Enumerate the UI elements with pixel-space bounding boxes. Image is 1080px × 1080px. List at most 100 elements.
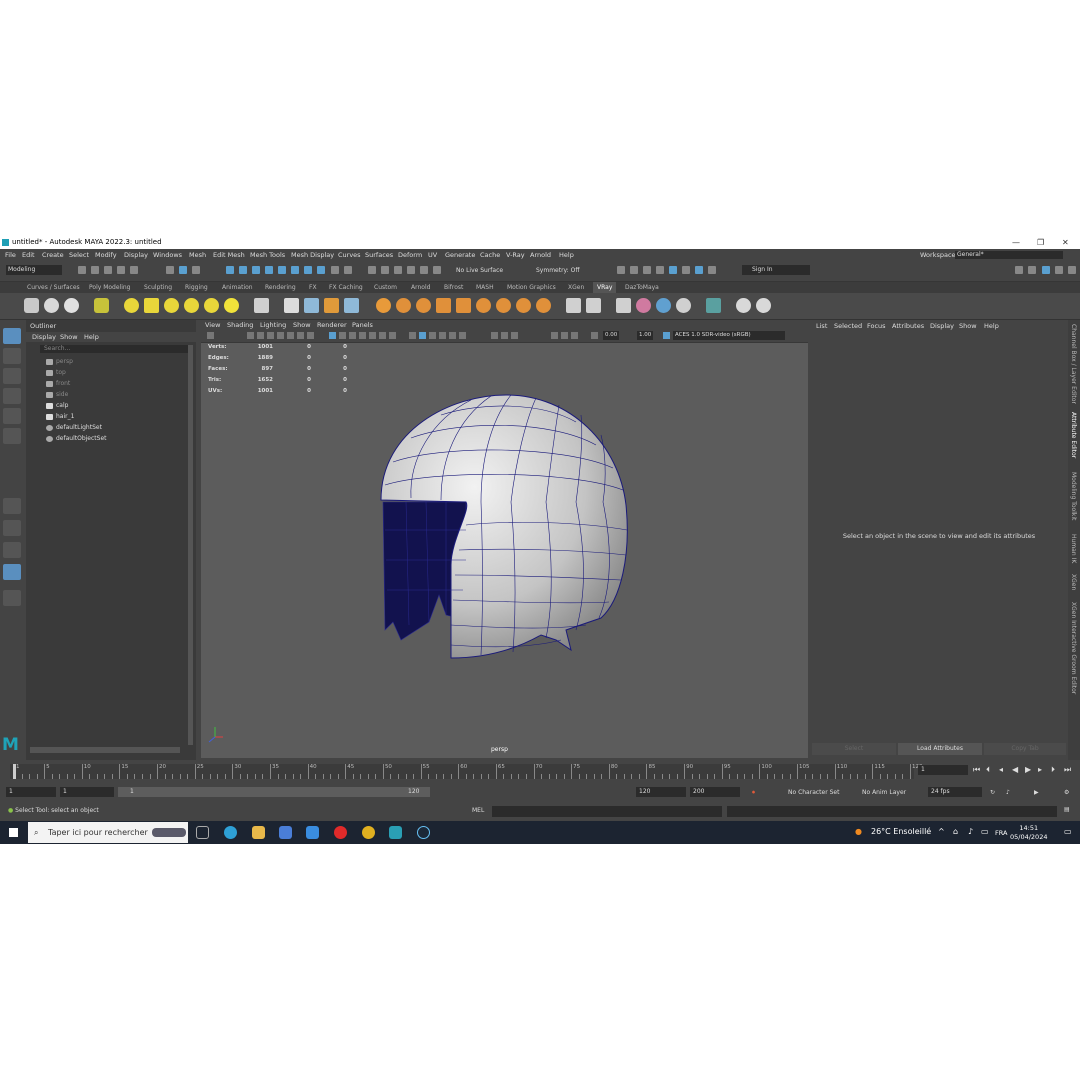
taskbar-clock[interactable]: 14:51 05/04/2024 xyxy=(1010,824,1047,842)
menu-select[interactable]: Select xyxy=(69,249,89,261)
network-icon[interactable]: ⌂ xyxy=(953,827,958,836)
snap-view-plane-icon[interactable] xyxy=(407,266,415,274)
outliner-item[interactable]: defaultLightSet xyxy=(46,423,102,433)
single-perspective-view-icon[interactable] xyxy=(3,498,21,514)
shadows-icon[interactable] xyxy=(379,332,386,339)
select-component-icon[interactable] xyxy=(192,266,200,274)
exposure-field[interactable]: 0.00 xyxy=(603,331,620,340)
snap-point-icon[interactable] xyxy=(394,266,402,274)
rotate-tool-icon[interactable] xyxy=(3,408,21,424)
select-dynamics-icon[interactable] xyxy=(317,266,325,274)
image-plane-icon[interactable] xyxy=(257,332,264,339)
play-backwards-icon[interactable]: ◀ xyxy=(1012,766,1020,774)
ae-menu-list[interactable]: List xyxy=(816,322,827,330)
render-view-icon[interactable] xyxy=(669,266,677,274)
magnifier-icon[interactable] xyxy=(3,590,21,606)
xray-icon[interactable] xyxy=(409,332,416,339)
ipr-render-icon[interactable] xyxy=(630,266,638,274)
depth-of-field-icon[interactable] xyxy=(491,332,498,339)
outliner-vertical-scrollbar[interactable] xyxy=(188,345,193,745)
vray-lightbulb-icon[interactable] xyxy=(736,298,751,313)
anti-aliasing-icon[interactable] xyxy=(459,332,466,339)
select-deformations-icon[interactable] xyxy=(304,266,312,274)
gate-mask-icon[interactable] xyxy=(297,332,304,339)
opera-icon[interactable] xyxy=(334,826,347,839)
four-view-icon[interactable] xyxy=(3,520,21,536)
animation-end-field[interactable]: 200 xyxy=(690,787,740,797)
isolate-select-icon[interactable] xyxy=(439,332,446,339)
battery-icon[interactable]: ▭ xyxy=(981,827,989,836)
side-tab-modeling-toolkit[interactable]: Modeling Toolkit xyxy=(1070,472,1077,520)
step-back-frame-icon[interactable]: ◂ xyxy=(999,766,1007,774)
modeling-toolkit-toggle-icon[interactable] xyxy=(1028,266,1036,274)
taskbar-search-box[interactable]: ⌕ Taper ici pour rechercher xyxy=(28,822,188,843)
outliner-item[interactable]: hair_1 xyxy=(46,412,74,422)
vray-vfb-icon[interactable] xyxy=(64,298,79,313)
shelf-tab-bifrost[interactable]: Bifrost xyxy=(440,282,467,293)
toggle-hud-icon[interactable] xyxy=(561,332,568,339)
channel-box-toggle-icon[interactable] xyxy=(1068,266,1076,274)
viewport-menu-lighting[interactable]: Lighting xyxy=(260,320,286,330)
edge-icon[interactable] xyxy=(224,826,237,839)
shelf-tab-custom[interactable]: Custom xyxy=(370,282,401,293)
script-editor-icon[interactable]: ▤ xyxy=(1064,806,1070,813)
vray-render-icon[interactable] xyxy=(682,266,690,274)
shelf-tab-mash[interactable]: MASH xyxy=(472,282,498,293)
windows-start-icon[interactable] xyxy=(9,828,18,837)
smooth-shade-icon[interactable] xyxy=(339,332,346,339)
outliner-item[interactable]: persp xyxy=(46,357,73,367)
shelf-tab-arnold[interactable]: Arnold xyxy=(407,282,434,293)
ae-select-button[interactable]: Select xyxy=(812,743,896,755)
viewport-menu-renderer[interactable]: Renderer xyxy=(317,320,347,330)
open-scene-icon[interactable] xyxy=(91,266,99,274)
chrome-icon[interactable] xyxy=(362,826,375,839)
outliner-item[interactable]: top xyxy=(46,368,66,378)
menu-deform[interactable]: Deform xyxy=(398,249,422,261)
render-settings-icon[interactable] xyxy=(643,266,651,274)
shelf-tab-xgen[interactable]: XGen xyxy=(564,282,588,293)
lock-selection-icon[interactable] xyxy=(331,266,339,274)
current-time-indicator[interactable] xyxy=(13,764,16,779)
vray-mtl-icon[interactable] xyxy=(376,298,391,313)
file-explorer-icon[interactable] xyxy=(252,826,265,839)
menu-curves[interactable]: Curves xyxy=(338,249,361,261)
undo-icon[interactable] xyxy=(117,266,125,274)
shelf-tab-sculpting[interactable]: Sculpting xyxy=(140,282,176,293)
vray-light-select-icon[interactable] xyxy=(94,298,109,313)
tray-chevron-icon[interactable]: ^ xyxy=(938,827,945,836)
select-edge-icon[interactable] xyxy=(239,266,247,274)
mel-input-field[interactable] xyxy=(492,806,722,817)
playback-end-field[interactable]: 120 xyxy=(636,787,686,797)
outliner-menu-help[interactable]: Help xyxy=(84,332,99,342)
store-icon[interactable] xyxy=(279,826,292,839)
menu-generate[interactable]: Generate xyxy=(445,249,475,261)
select-surfaces-icon[interactable] xyxy=(291,266,299,274)
side-tab-attribute-editor[interactable]: Attribute Editor xyxy=(1070,412,1077,458)
wireframe-on-shaded-icon[interactable] xyxy=(349,332,356,339)
vray-blend-mtl-icon[interactable] xyxy=(396,298,411,313)
menu-uv[interactable]: UV xyxy=(428,249,437,261)
range-slider-bar[interactable]: 1 120 xyxy=(118,787,430,797)
shelf-tab-fx-caching[interactable]: FX Caching xyxy=(325,282,367,293)
side-tab-channel-box[interactable]: Channel Box / Layer Editor xyxy=(1070,324,1077,404)
anim-prefs-icon[interactable]: ⚙ xyxy=(1064,789,1069,796)
select-curves-icon[interactable] xyxy=(278,266,286,274)
fps-dropdown[interactable]: 24 fps xyxy=(928,787,982,797)
shelf-tab-animation[interactable]: Animation xyxy=(218,282,257,293)
vray-sun-icon[interactable] xyxy=(224,298,239,313)
vray-dome-light-icon[interactable] xyxy=(124,298,139,313)
shelf-tab-vray[interactable]: VRay xyxy=(593,282,617,293)
viewport-menu-panels[interactable]: Panels xyxy=(352,320,373,330)
ae-menu-help[interactable]: Help xyxy=(984,322,999,330)
menu-mesh-display[interactable]: Mesh Display xyxy=(291,249,334,261)
bookmark-icon[interactable] xyxy=(247,332,254,339)
outliner-search-input[interactable]: Search... xyxy=(40,345,192,353)
time-slider-track[interactable]: 1 5 10 15 20 25 30 35 40 45 50 55 60 65 70 75 80 85 90 95 10… xyxy=(10,764,923,779)
vray-ipr-icon[interactable] xyxy=(44,298,59,313)
vray-curvature-icon[interactable] xyxy=(496,298,511,313)
exposure-icon[interactable] xyxy=(501,332,508,339)
menu-modify[interactable]: Modify xyxy=(95,249,117,261)
vray-color-icon[interactable] xyxy=(636,298,651,313)
ae-menu-focus[interactable]: Focus xyxy=(867,322,886,330)
vray-hair-mtl-icon[interactable] xyxy=(416,298,431,313)
